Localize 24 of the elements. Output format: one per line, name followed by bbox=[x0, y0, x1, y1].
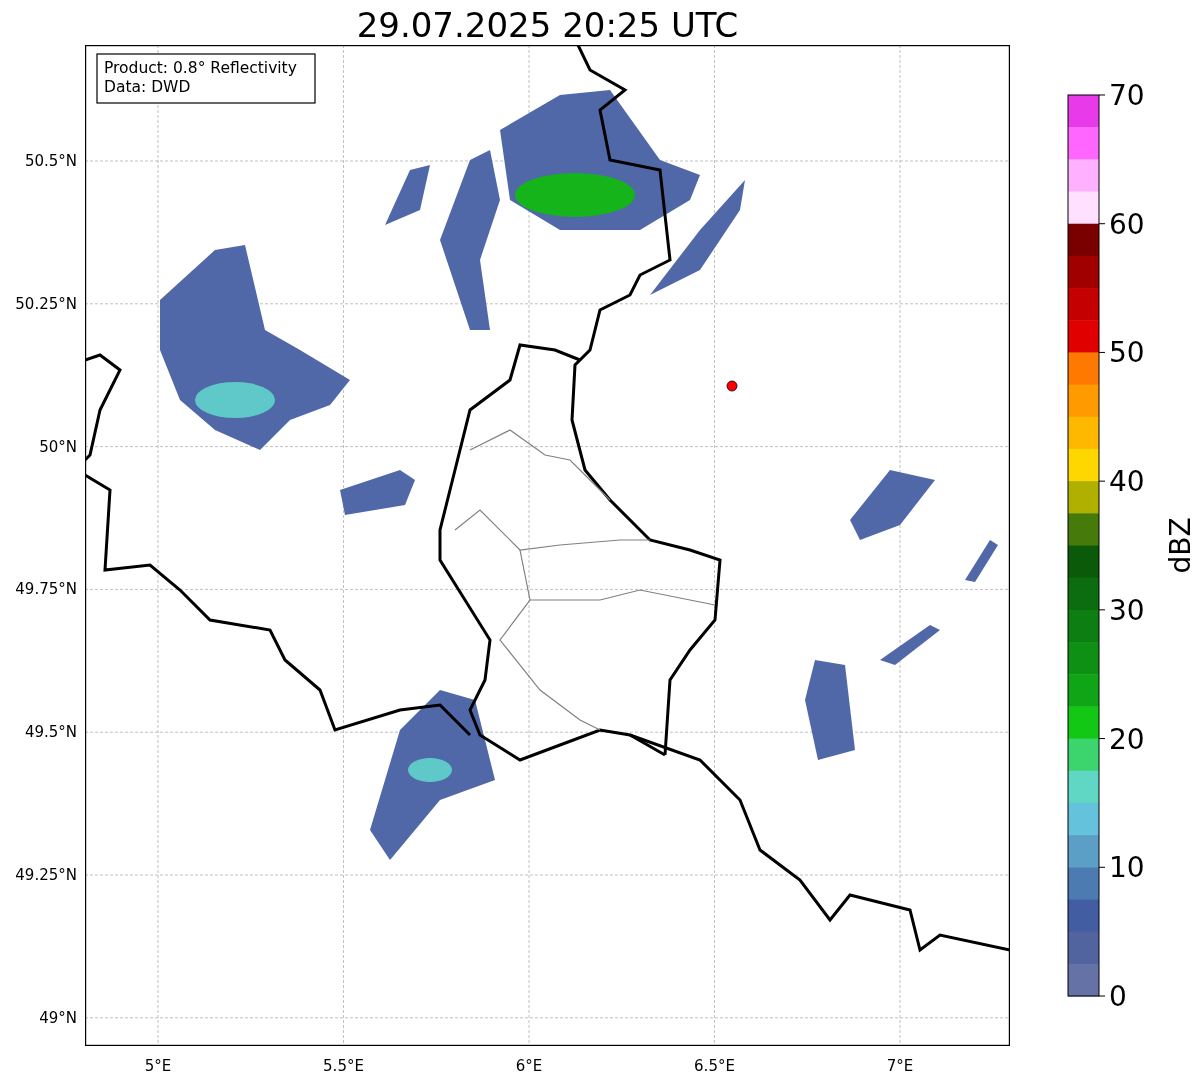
annotation-text: Data: DWD bbox=[104, 78, 191, 96]
longitude-label: 5°E bbox=[144, 1057, 172, 1075]
colorbar-tick-label: 40 bbox=[1109, 465, 1145, 499]
latitude-label: 49°N bbox=[39, 1008, 77, 1027]
latitude-label: 49.5°N bbox=[24, 723, 77, 742]
colorbar-tick-label: 50 bbox=[1109, 336, 1145, 370]
colorbar-tick-label: 60 bbox=[1109, 207, 1145, 241]
longitude-label: 7°E bbox=[886, 1057, 914, 1075]
latitude-label: 50°N bbox=[39, 437, 77, 456]
colorbar-label: dBZ bbox=[1164, 517, 1197, 574]
colorbar-tick-label: 0 bbox=[1109, 980, 1127, 1013]
latitude-label: 49.75°N bbox=[15, 580, 77, 599]
longitude-label: 5.5°E bbox=[323, 1057, 364, 1075]
colorbar-tick-label: 20 bbox=[1109, 722, 1145, 756]
map-title: 29.07.2025 20:25 UTC bbox=[356, 5, 739, 45]
latitude-label: 50.5°N bbox=[24, 152, 77, 170]
colorbar-tick-label: 70 bbox=[1109, 79, 1145, 112]
latitude-label: 49.25°N bbox=[15, 866, 77, 884]
colorbar-tick-label: 30 bbox=[1109, 593, 1145, 627]
colorbar-tick-label: 10 bbox=[1109, 851, 1145, 885]
annotation-text: Product: 0.8° Reflectivity bbox=[104, 59, 297, 77]
latitude-label: 50.25°N bbox=[15, 294, 77, 313]
longitude-label: 6.5°E bbox=[694, 1057, 735, 1075]
longitude-label: 6°E bbox=[515, 1057, 543, 1075]
